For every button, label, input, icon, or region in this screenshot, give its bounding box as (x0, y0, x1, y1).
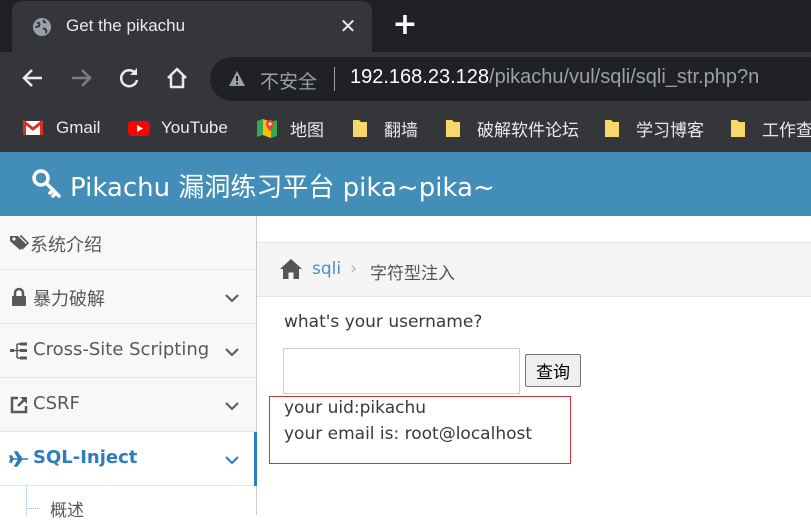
maps-icon (257, 119, 277, 138)
site-header: Pikachu 漏洞练习平台 pika~pika~ (0, 152, 811, 216)
reload-icon[interactable] (116, 65, 142, 91)
home-icon (280, 259, 302, 279)
url-host: 192.168.23.128 (350, 66, 490, 88)
security-label[interactable]: 不安全 (260, 67, 317, 94)
bookmark-gmail[interactable]: Gmail (22, 116, 100, 140)
browser-tab[interactable]: Get the pikachu ✕ (12, 1, 372, 52)
site-title[interactable]: Pikachu 漏洞练习平台 pika~pika~ (70, 167, 495, 204)
username-prompt: what's your username? (284, 312, 483, 332)
folder-icon (353, 120, 367, 137)
bookmark-label: 破解软件论坛 (477, 120, 579, 140)
key-icon (32, 169, 61, 198)
folder-icon (731, 120, 745, 137)
bookmark-youtube[interactable]: YouTube (128, 116, 228, 140)
bookmark-maps[interactable]: 地图 (256, 116, 324, 140)
sidebar: 系统介绍 暴力破解 Cross-Site Scripting CSRF SQL-… (0, 216, 257, 521)
tree-tick (26, 508, 40, 509)
chevron-down-icon[interactable] (222, 288, 242, 308)
url-text[interactable]: 192.168.23.128/pikachu/vul/sqli/sqli_str… (350, 66, 759, 89)
main-content: sqli › 字符型注入 what's your username? 查询 yo… (257, 216, 811, 515)
omnibox-divider (334, 67, 335, 91)
bookmark-label: Gmail (56, 118, 101, 137)
sitemap-icon (10, 342, 27, 360)
tab-close-icon[interactable]: ✕ (336, 14, 360, 38)
sidebar-item-csrf[interactable]: CSRF (0, 378, 256, 432)
query-button[interactable]: 查询 (525, 354, 581, 387)
tags-icon (10, 235, 29, 250)
breadcrumb-current: 字符型注入 (370, 264, 455, 284)
chevron-down-icon[interactable] (222, 450, 242, 470)
sidebar-subitem-overview[interactable]: 概述 (0, 486, 256, 521)
sidebar-item-label: SQL-Inject (33, 447, 138, 468)
sidebar-item-label: 暴力破解 (33, 289, 105, 310)
share-icon (10, 396, 28, 414)
sidebar-item-brute-force[interactable]: 暴力破解 (0, 270, 256, 324)
username-input[interactable] (283, 348, 520, 394)
lock-icon (12, 287, 26, 306)
sidebar-item-label: 系统介绍 (30, 235, 102, 256)
browser-tab-strip: Get the pikachu ✕ + (0, 0, 811, 52)
new-tab-button[interactable]: + (391, 10, 419, 40)
sidebar-item-xss[interactable]: Cross-Site Scripting (0, 324, 256, 378)
bookmarks-bar: Gmail YouTube 地图 翻墙 破解软件论坛 学习博客 工作查 (0, 104, 811, 152)
sidebar-subitem-label: 概述 (50, 501, 84, 521)
bookmark-label: 地图 (290, 120, 324, 140)
tree-line (26, 486, 27, 515)
sidebar-item-label: Cross-Site Scripting (33, 339, 210, 360)
sidebar-item-intro[interactable]: 系统介绍 (0, 216, 256, 270)
bookmark-label: YouTube (161, 118, 228, 137)
globe-icon (33, 18, 51, 36)
url-path: /pikachu/vul/sqli/sqli_str.php?n (489, 66, 760, 88)
plane-icon (9, 451, 28, 467)
chevron-down-icon[interactable] (222, 342, 242, 362)
chevron-down-icon[interactable] (222, 396, 242, 416)
bookmark-folder-work[interactable]: 工作查 (728, 116, 811, 140)
bookmark-label: 学习博客 (636, 120, 704, 140)
bookmark-folder-fanqiang[interactable]: 翻墙 (350, 116, 418, 140)
sidebar-item-label: CSRF (33, 393, 80, 414)
bookmark-folder-study-blog[interactable]: 学习博客 (602, 116, 704, 140)
folder-icon (446, 120, 460, 137)
breadcrumb: sqli › 字符型注入 (257, 242, 811, 297)
browser-toolbar: 不安全 192.168.23.128/pikachu/vul/sqli/sqli… (0, 52, 811, 104)
sidebar-item-sql-inject[interactable]: SQL-Inject (0, 432, 257, 486)
back-arrow-icon[interactable] (20, 65, 46, 91)
address-bar[interactable]: 不安全 192.168.23.128/pikachu/vul/sqli/sqli… (210, 57, 811, 101)
warning-triangle-icon[interactable] (228, 70, 246, 88)
bookmark-label: 工作查 (762, 120, 811, 140)
breadcrumb-link-sqli[interactable]: sqli (312, 259, 341, 279)
tab-title: Get the pikachu (66, 16, 186, 35)
folder-icon (605, 120, 619, 137)
breadcrumb-separator: › (350, 258, 358, 279)
result-highlight-box (269, 396, 571, 464)
bookmark-label: 翻墙 (384, 120, 418, 140)
gmail-icon (22, 119, 44, 135)
youtube-icon (128, 121, 150, 136)
forward-arrow-icon[interactable] (68, 65, 94, 91)
bookmark-folder-crack-forum[interactable]: 破解软件论坛 (443, 116, 579, 140)
home-icon[interactable] (164, 65, 190, 91)
